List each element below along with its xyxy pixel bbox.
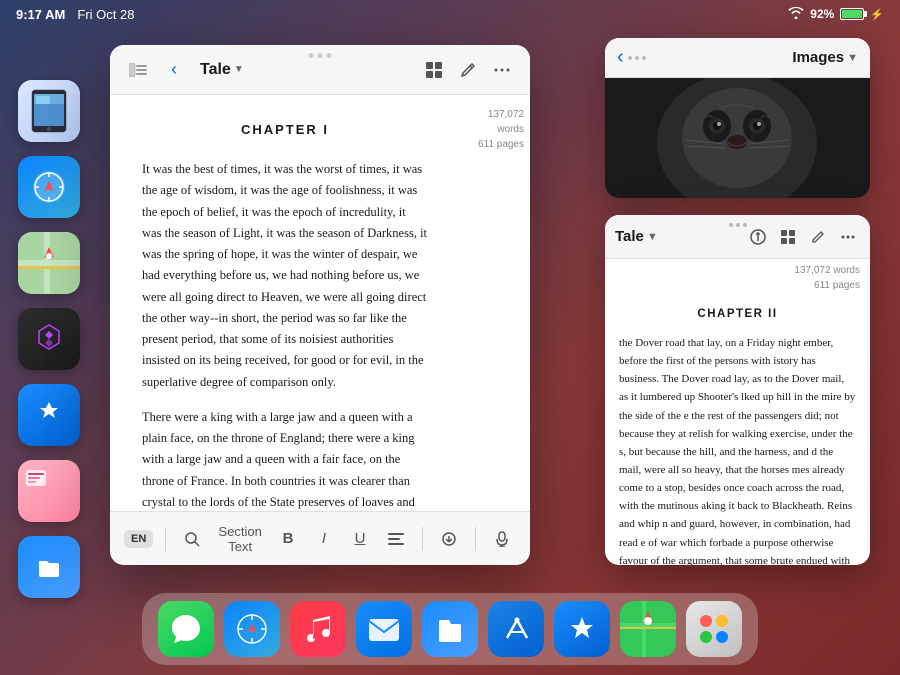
images-window: ‹ Images ▼ <box>605 38 870 198</box>
chapter-heading: CHAPTER I <box>142 119 428 141</box>
document-stats: 137,072 words 611 pages <box>460 95 530 511</box>
status-time: 9:17 AM <box>16 7 65 22</box>
files-icon-svg <box>433 612 467 646</box>
divider-3 <box>475 527 476 551</box>
tale2-toolbar-dots <box>729 223 747 227</box>
appstore-icon-svg <box>565 612 599 646</box>
format-style-label[interactable]: Section Text <box>214 524 266 554</box>
animal-face-svg <box>605 78 870 198</box>
italic-button[interactable]: I <box>310 525 338 553</box>
divider-1 <box>165 527 166 551</box>
document-title[interactable]: Tale ▼ <box>200 61 244 79</box>
toolbar-dots <box>309 53 332 58</box>
document-content-area: CHAPTER I It was the best of times, it w… <box>110 95 530 511</box>
bold-button[interactable]: B <box>274 525 302 553</box>
wifi-icon <box>788 7 804 22</box>
images-chevron: ▼ <box>847 52 858 64</box>
launchpad-icon-svg <box>697 612 731 646</box>
tale2-toolbar-icons <box>746 225 860 249</box>
tale2-word-count: 137,072 words <box>615 263 860 278</box>
sidebar-app-pink[interactable] <box>18 460 80 522</box>
paragraph-2: There were a king with a large jaw and a… <box>142 407 428 511</box>
more-options-button[interactable] <box>488 56 516 84</box>
tale2-more-button[interactable] <box>836 225 860 249</box>
dock-files[interactable] <box>422 601 478 657</box>
language-button[interactable]: EN <box>124 530 153 548</box>
tale-window-2: Tale ▼ <box>605 215 870 565</box>
status-bar: 9:17 AM Fri Oct 28 92% ⚡ <box>0 0 900 28</box>
dock-music[interactable] <box>290 601 346 657</box>
formatting-toolbar: EN Section Text B I U <box>110 511 530 565</box>
sidebar-app-safari[interactable] <box>18 156 80 218</box>
battery-icon <box>840 8 864 20</box>
dock-mail[interactable] <box>356 601 412 657</box>
underline-button[interactable]: U <box>346 525 374 553</box>
sidebar-app-appstore[interactable] <box>18 384 80 446</box>
tale2-body-text: the Dover road that lay, on a Friday nig… <box>619 334 856 565</box>
safari-icon-svg <box>235 612 269 646</box>
status-date: Fri Oct 28 <box>77 7 134 22</box>
messages-icon-svg <box>169 612 203 646</box>
dock-appstore[interactable] <box>554 601 610 657</box>
page-count: 611 pages <box>466 137 524 152</box>
dock-messages[interactable] <box>158 601 214 657</box>
divider-2 <box>422 527 423 551</box>
tale2-title: Tale ▼ <box>615 228 658 245</box>
back-button[interactable]: ‹ <box>160 56 188 84</box>
paragraph-1: It was the best of times, it was the wor… <box>142 159 428 393</box>
images-back-button[interactable]: ‹ <box>617 46 624 69</box>
images-toolbar-dots <box>628 56 646 60</box>
images-toolbar: ‹ Images ▼ <box>605 38 870 78</box>
tale2-stats: 137,072 words 611 pages <box>605 259 870 295</box>
charging-icon: ⚡ <box>870 8 884 21</box>
sidebar-app-ipad[interactable] <box>18 80 80 142</box>
tale2-pen-button[interactable] <box>806 225 830 249</box>
images-photo-area <box>605 78 870 198</box>
document-body[interactable]: CHAPTER I It was the best of times, it w… <box>110 95 460 511</box>
images-window-title: Images ▼ <box>792 49 858 66</box>
sidebar-app-maps[interactable] <box>18 232 80 294</box>
left-sidebar-apps <box>18 80 80 598</box>
tale2-toolbar: Tale ▼ <box>605 215 870 259</box>
tale2-info-button[interactable] <box>746 225 770 249</box>
tale2-page-count: 611 pages <box>615 278 860 293</box>
tale2-grid-button[interactable] <box>776 225 800 249</box>
toolbar-right-buttons <box>420 56 516 84</box>
word-count: 137,072 words <box>466 107 524 137</box>
pen-tool-button[interactable] <box>454 56 482 84</box>
sidebar-app-shortcuts[interactable] <box>18 308 80 370</box>
dock-launchpad[interactable] <box>686 601 742 657</box>
mic-button[interactable] <box>488 525 516 553</box>
testflight-icon-svg <box>499 612 533 646</box>
grid-view-button[interactable] <box>420 56 448 84</box>
sidebar-app-files[interactable] <box>18 536 80 598</box>
mail-icon-svg <box>367 615 401 643</box>
status-right: 92% ⚡ <box>788 7 884 22</box>
tale2-chevron: ▼ <box>647 231 658 243</box>
maps-icon-svg <box>620 601 676 657</box>
search-button[interactable] <box>178 525 206 553</box>
dock-safari[interactable] <box>224 601 280 657</box>
arrow-button[interactable] <box>435 525 463 553</box>
music-icon-svg <box>303 612 333 646</box>
sidebar-toggle-button[interactable] <box>124 56 152 84</box>
align-button[interactable] <box>382 525 410 553</box>
dock-testflight[interactable] <box>488 601 544 657</box>
tale2-chapter-heading: CHAPTER II <box>619 305 856 324</box>
tale2-document-body[interactable]: CHAPTER II the Dover road that lay, on a… <box>605 295 870 565</box>
main-toolbar: ‹ Tale ▼ <box>110 45 530 95</box>
title-chevron: ▼ <box>234 64 244 75</box>
dock-maps[interactable] <box>620 601 676 657</box>
battery-percentage: 92% <box>810 7 834 21</box>
main-word-window: ‹ Tale ▼ <box>110 45 530 565</box>
dock <box>142 593 758 665</box>
